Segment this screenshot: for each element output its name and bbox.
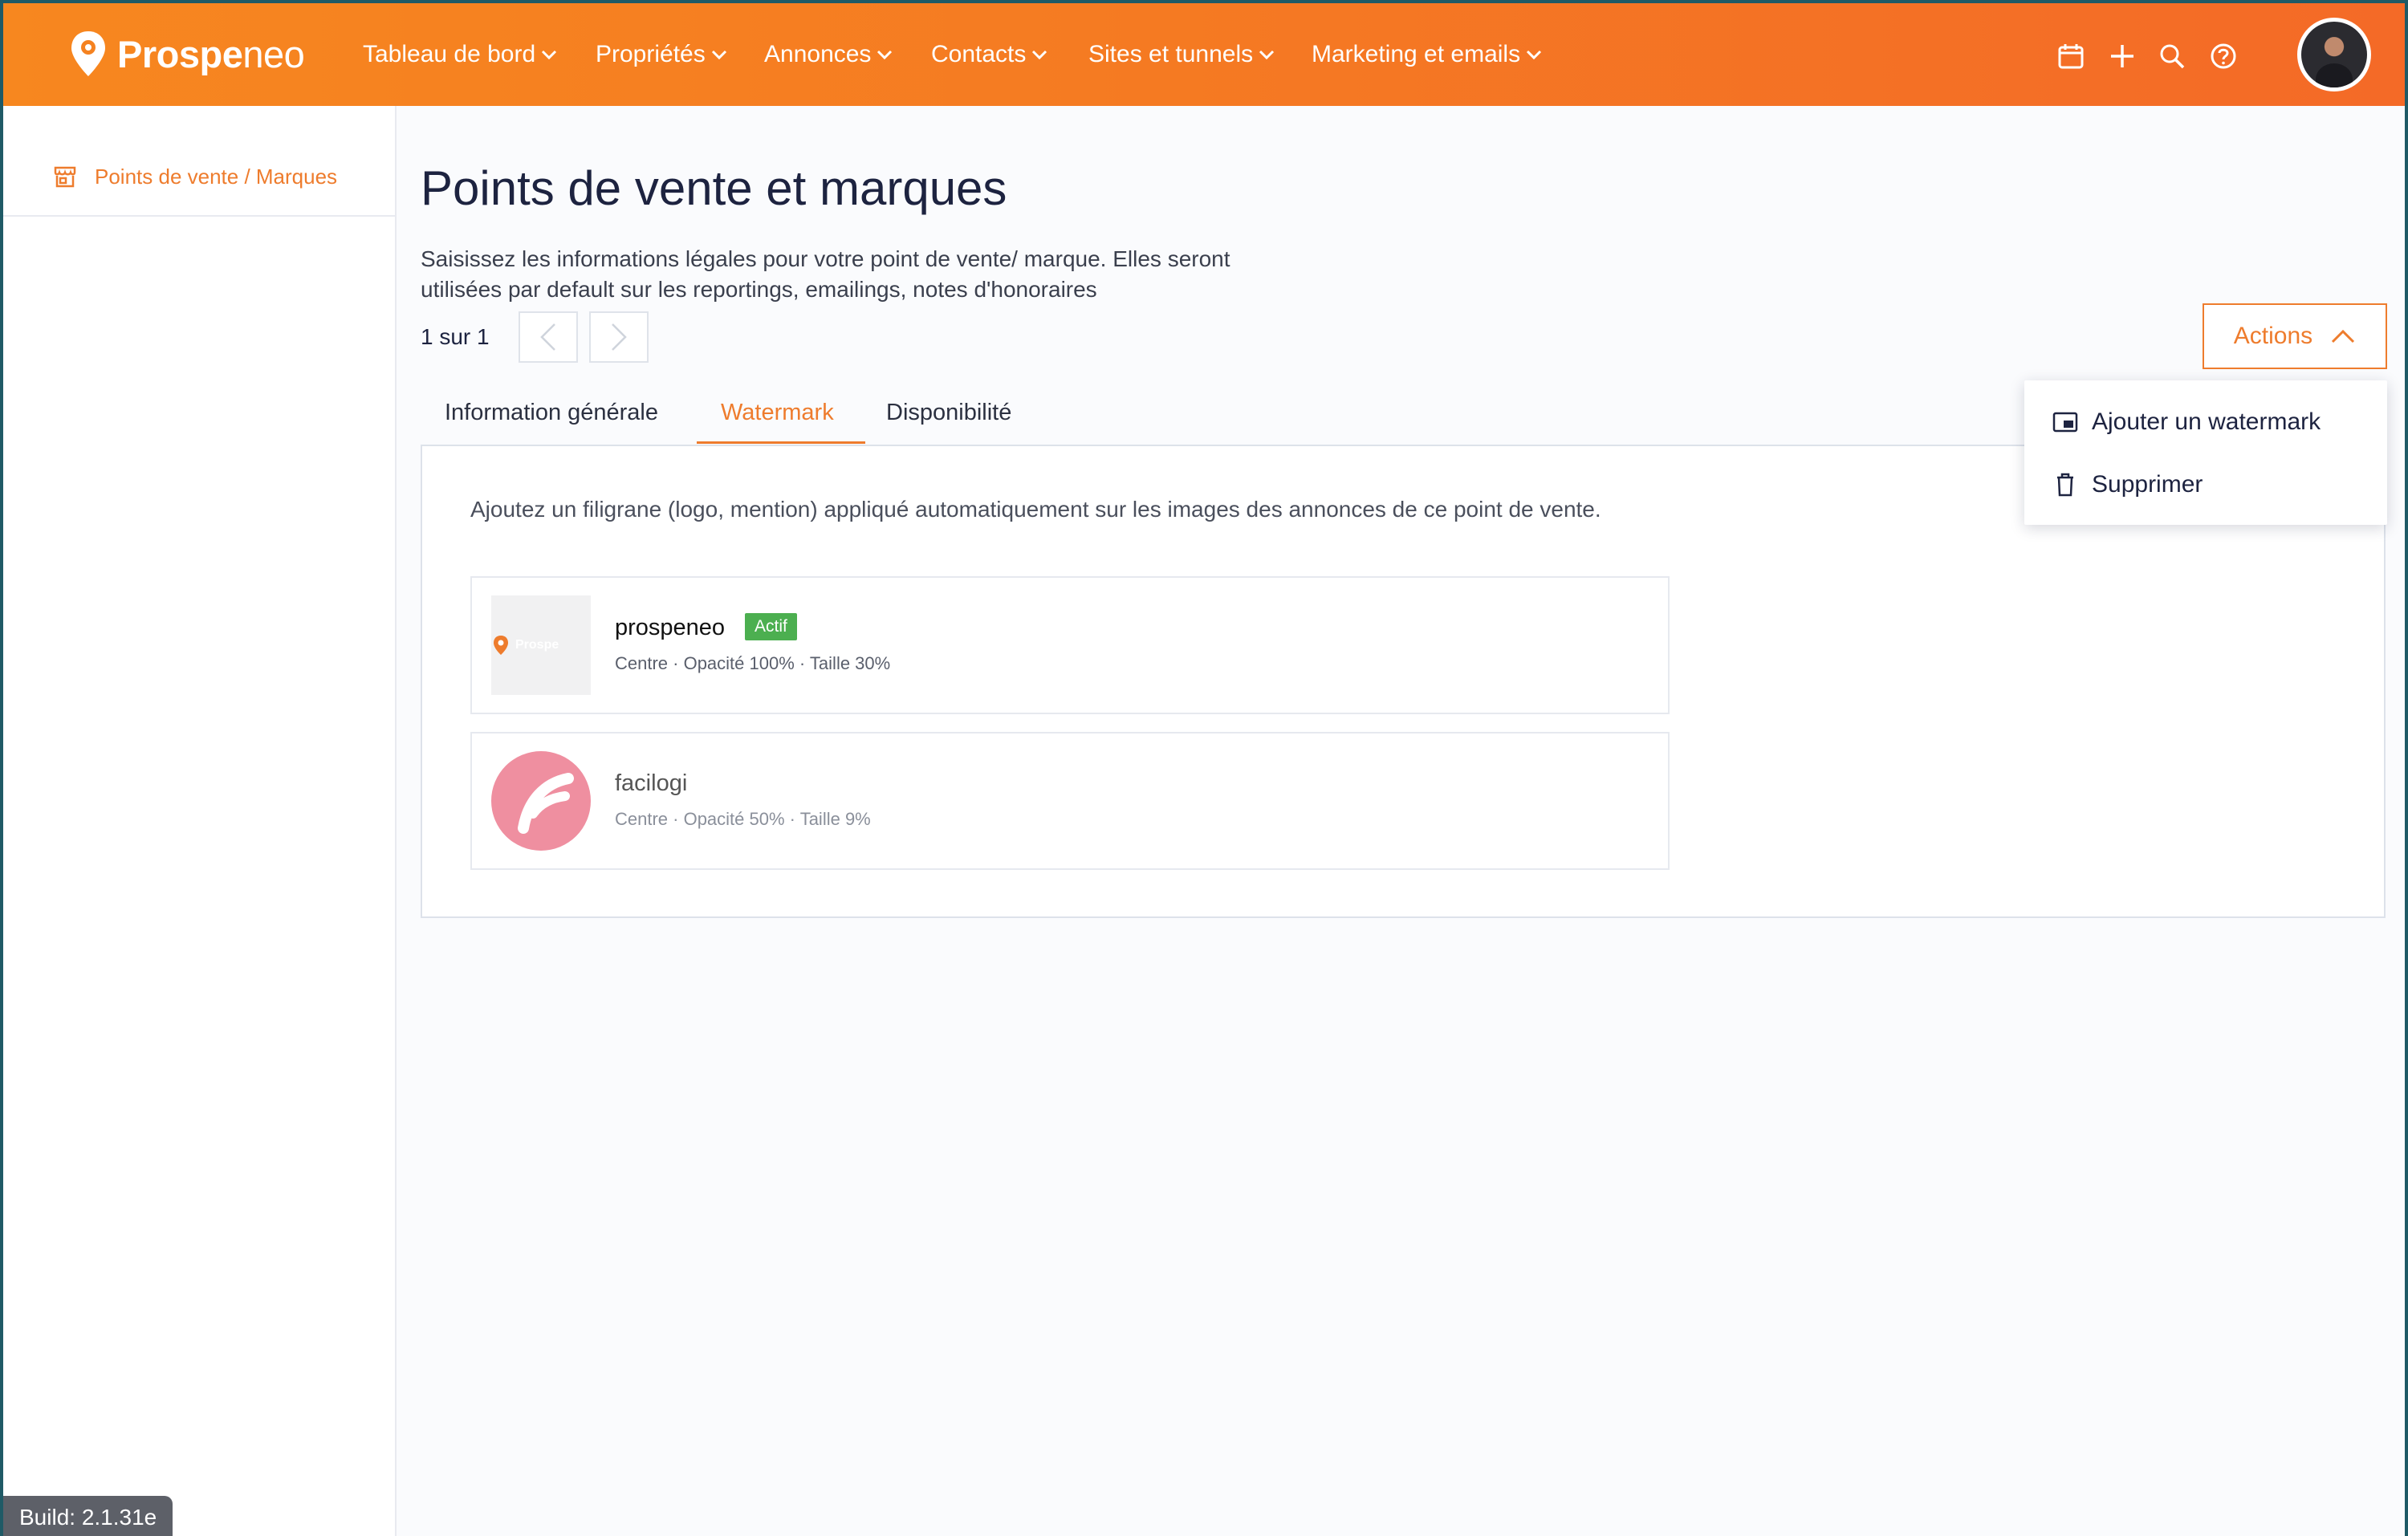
top-navigation-bar: Prospeneo Tableau de bord Propriétés Ann… — [3, 3, 2405, 106]
tab-information-generale[interactable]: Information générale — [445, 400, 658, 426]
avatar-photo — [2301, 22, 2367, 87]
nav-label: Contacts — [931, 41, 1027, 67]
search-icon[interactable] — [2158, 42, 2186, 71]
chevron-down-icon — [542, 50, 557, 60]
watermark-item[interactable]: Prospe prospeneo Actif Centre · Opacité … — [470, 576, 1670, 714]
menu-item-supprimer[interactable]: Supprimer — [2024, 456, 2387, 514]
brand-name: Prospeneo — [117, 32, 305, 75]
picture-in-picture-icon — [2052, 412, 2078, 433]
actions-label: Actions — [2233, 323, 2313, 349]
previous-button[interactable] — [519, 311, 578, 363]
actions-menu: Ajouter un watermark Supprimer — [2024, 380, 2387, 525]
page-title: Points de vente et marques — [421, 161, 1007, 215]
build-version-badge: Build: 2.1.31e — [3, 1496, 173, 1536]
store-icon — [54, 166, 76, 188]
actions-button[interactable]: Actions — [2203, 303, 2387, 369]
watermark-thumbnail — [491, 751, 591, 851]
nav-label: Propriétés — [596, 41, 706, 67]
pager-label: 1 sur 1 — [421, 324, 490, 349]
nav-label: Sites et tunnels — [1088, 41, 1254, 67]
next-button[interactable] — [589, 311, 649, 363]
watermark-thumbnail: Prospe — [491, 595, 591, 695]
active-tab-indicator — [697, 441, 865, 444]
watermark-name: prospeneo — [615, 615, 726, 640]
chevron-down-icon — [1527, 50, 1542, 60]
nav-marketing-et-emails[interactable]: Marketing et emails — [1312, 37, 1543, 72]
tab-watermark[interactable]: Watermark — [721, 400, 834, 426]
watermark-thumbnail-text: Prospe — [515, 638, 559, 652]
sidebar-item-label: Points de vente / Marques — [95, 164, 338, 189]
nav-label: Tableau de bord — [363, 41, 536, 67]
nav-annonces[interactable]: Annonces — [764, 37, 893, 72]
nav-label: Annonces — [764, 41, 872, 67]
chevron-left-icon — [540, 323, 555, 351]
chevron-right-icon — [612, 323, 627, 351]
calendar-icon[interactable] — [2056, 42, 2085, 71]
nav-label: Marketing et emails — [1312, 41, 1521, 67]
nav-proprietes[interactable]: Propriétés — [596, 37, 728, 72]
watermark-meta: Centre · Opacité 50% · Taille 9% — [615, 809, 871, 829]
location-pin-icon — [494, 636, 508, 655]
watermark-meta: Centre · Opacité 100% · Taille 30% — [615, 653, 891, 673]
menu-item-ajouter-watermark[interactable]: Ajouter un watermark — [2024, 393, 2387, 451]
page-description: Saisissez les informations légales pour … — [421, 246, 1230, 302]
watermark-name: facilogi — [615, 770, 688, 796]
watermark-description: Ajoutez un filigrane (logo, mention) app… — [470, 497, 1601, 522]
sidebar-item-points-de-vente[interactable]: Points de vente / Marques — [3, 138, 395, 217]
app-window: Prospeneo Tableau de bord Propriétés Ann… — [3, 3, 2405, 1536]
location-pin-logo-icon — [71, 31, 105, 76]
chevron-down-icon — [877, 50, 893, 60]
trash-icon — [2057, 473, 2073, 497]
nav-contacts[interactable]: Contacts — [931, 37, 1048, 72]
nav-sites-et-tunnels[interactable]: Sites et tunnels — [1088, 37, 1275, 72]
brand-logo[interactable]: Prospeneo — [69, 26, 305, 82]
sidebar: Points de vente / Marques — [3, 106, 397, 1536]
chevron-up-icon — [2332, 329, 2355, 343]
nav-tableau-de-bord[interactable]: Tableau de bord — [363, 37, 558, 72]
chevron-down-icon — [1032, 50, 1047, 60]
chevron-down-icon — [1259, 50, 1275, 60]
plus-icon[interactable] — [2108, 42, 2137, 71]
watermark-item[interactable]: facilogi Centre · Opacité 50% · Taille 9… — [470, 732, 1670, 870]
menu-item-label: Ajouter un watermark — [2092, 408, 2321, 435]
status-badge: Actif — [745, 613, 797, 640]
facilogi-logo-icon — [518, 773, 574, 834]
chevron-down-icon — [711, 50, 726, 60]
user-avatar[interactable] — [2297, 18, 2371, 91]
help-icon[interactable] — [2209, 42, 2238, 71]
tab-disponibilite[interactable]: Disponibilité — [886, 400, 1011, 426]
menu-item-label: Supprimer — [2092, 471, 2203, 498]
